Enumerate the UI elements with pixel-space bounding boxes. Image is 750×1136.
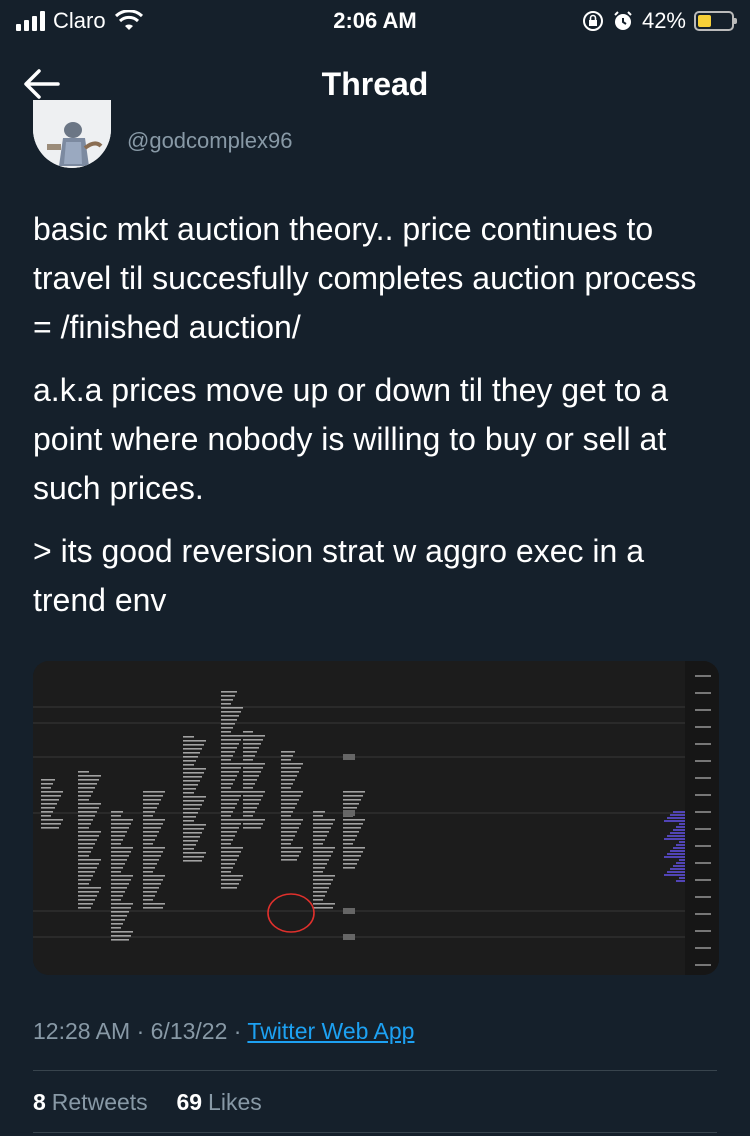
likes-stat[interactable]: 69 Likes [176,1089,261,1115]
footprint-chart-image [33,661,719,975]
tweet-text: basic mkt auction theory.. price continu… [33,205,723,639]
divider [33,1070,717,1071]
retweets-count: 8 [33,1089,46,1115]
tweet-time: 12:28 AM [33,1018,131,1044]
tweet-date: 6/13/22 [150,1018,228,1044]
rotation-lock-icon [582,11,603,31]
retweets-label: Retweets [51,1089,148,1115]
tweet-meta: 12:28 AM · 6/13/22 · Twitter Web App [33,1018,415,1044]
alarm-icon [614,11,632,30]
battery-percent: 42% [641,8,686,33]
tweet-paragraph: > its good reversion strat w aggro exec … [33,533,644,618]
divider [33,1132,717,1133]
avatar[interactable] [33,100,111,168]
author-handle[interactable]: @godcomplex96 [127,128,292,154]
retweets-stat[interactable]: 8 Retweets [33,1089,148,1115]
tweet-paragraph: a.k.a prices move up or down til they ge… [33,372,668,506]
tweet-counts: 8 Retweets 69 Likes [33,1089,262,1116]
page-title: Thread [321,66,429,102]
tweet-paragraph: basic mkt auction theory.. price continu… [33,211,697,345]
tweet-image[interactable] [33,661,719,975]
tweet-source-link[interactable]: Twitter Web App [247,1018,414,1044]
likes-count: 69 [176,1089,203,1115]
thread-header: Thread [0,40,750,130]
battery-icon [694,11,737,31]
status-bar: Claro 2:06 AM 42% [0,0,750,40]
likes-label: Likes [208,1089,262,1115]
